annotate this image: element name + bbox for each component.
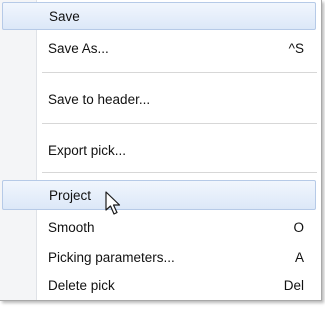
- menu-item-export-pick[interactable]: Export pick...: [2, 135, 316, 165]
- menu-separator: [42, 72, 317, 73]
- menu-item-shortcut: O: [293, 219, 304, 235]
- context-menu: Save Save As... ^S Save to header... Exp…: [0, 0, 322, 301]
- menu-item-picking-parameters[interactable]: Picking parameters... A: [2, 243, 316, 271]
- menu-separator: [42, 123, 317, 124]
- menu-item-label: Smooth: [48, 219, 95, 235]
- menu-item-shortcut: ^S: [288, 40, 304, 56]
- menu-item-label: Project: [49, 187, 92, 203]
- menu-item-label: Delete pick: [48, 277, 115, 293]
- menu-item-delete-pick[interactable]: Delete pick Del: [2, 271, 316, 299]
- menu-item-label: Save: [49, 8, 80, 24]
- arrow-pointer-icon: [105, 191, 121, 215]
- menu-item-label: Save As...: [48, 40, 109, 56]
- menu-item-project[interactable]: Project: [2, 180, 316, 210]
- menu-item-label: Picking parameters...: [48, 249, 175, 265]
- menu-item-shortcut: Del: [283, 277, 304, 293]
- menu-item-shortcut: A: [294, 249, 304, 265]
- menu-item-label: Save to header...: [48, 91, 151, 107]
- menu-item-save-to-header[interactable]: Save to header...: [2, 84, 316, 114]
- menu-separator: [42, 172, 317, 173]
- menu-item-label: Export pick...: [48, 142, 127, 158]
- menu-item-save[interactable]: Save: [2, 2, 316, 30]
- menu-item-smooth[interactable]: Smooth O: [2, 213, 316, 241]
- menu-item-save-as[interactable]: Save As... ^S: [2, 33, 316, 63]
